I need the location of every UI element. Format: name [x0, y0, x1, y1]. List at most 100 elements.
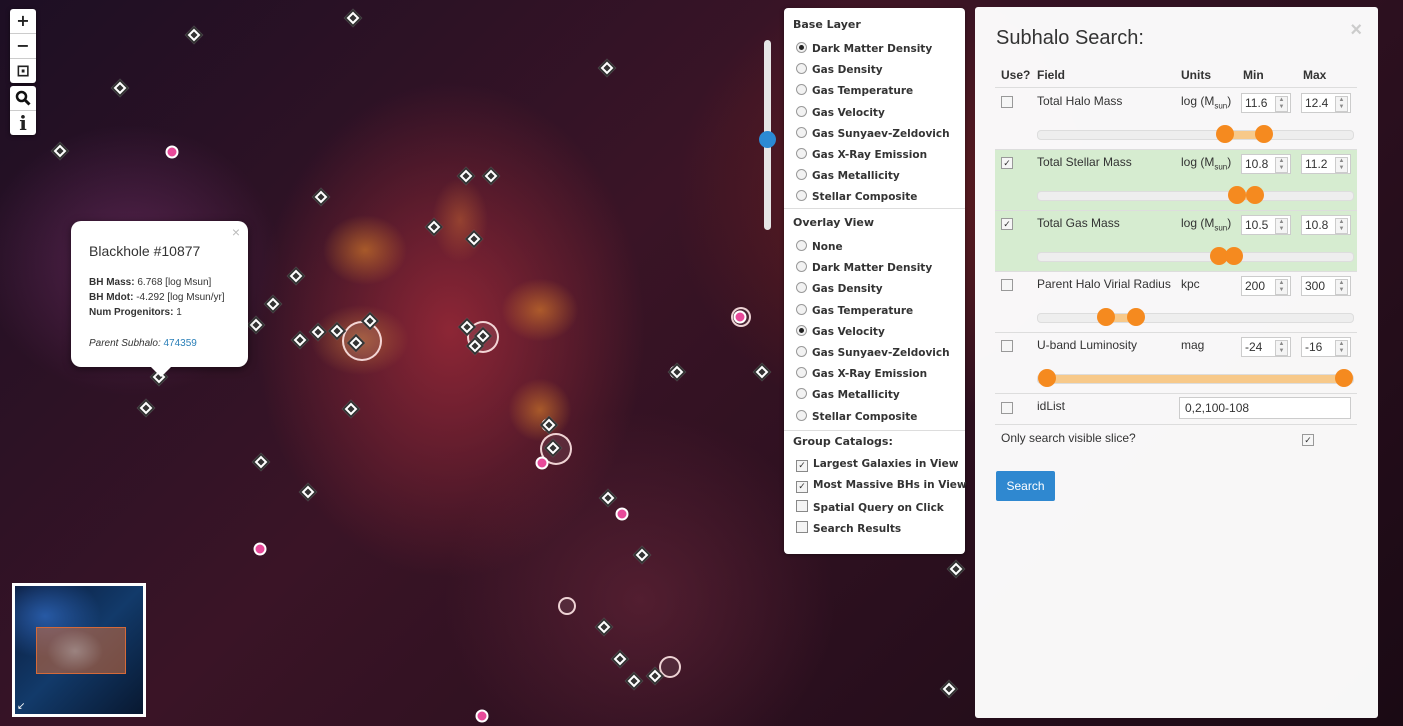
catalog-option[interactable]: Spatial Query on Click — [796, 500, 944, 514]
catalog-option[interactable]: Search Results — [796, 521, 901, 535]
blackhole-marker[interactable] — [610, 649, 630, 669]
field-max-input[interactable]: 12.4 ▲ ▼ — [1301, 93, 1351, 113]
overlay-radio[interactable] — [796, 367, 807, 379]
subhalo-dot[interactable] — [165, 145, 179, 159]
base-layer-option[interactable]: Gas Density — [796, 63, 883, 76]
catalog-option[interactable]: ✓ Most Massive BHs in View — [796, 479, 967, 493]
catalog-option[interactable]: ✓ Largest Galaxies in View — [796, 458, 958, 472]
blackhole-marker[interactable] — [298, 482, 318, 502]
blackhole-marker[interactable] — [251, 452, 271, 472]
zoom-out-button[interactable]: − — [10, 34, 36, 59]
range-max-handle[interactable] — [1254, 125, 1273, 143]
search-icon[interactable] — [10, 86, 36, 111]
base-layer-radio[interactable] — [796, 42, 807, 53]
overlay-radio[interactable] — [796, 261, 807, 273]
field-use-checkbox[interactable]: ✓ — [1001, 157, 1013, 169]
overlay-radio[interactable] — [796, 303, 807, 315]
blackhole-marker[interactable] — [290, 330, 310, 350]
parent-subhalo-link[interactable]: 474359 — [164, 338, 197, 349]
range-slider[interactable] — [1037, 308, 1354, 326]
range-slider[interactable] — [1037, 369, 1354, 387]
blackhole-marker[interactable] — [632, 545, 652, 565]
blackhole-marker[interactable] — [464, 229, 484, 249]
overlay-option[interactable]: Gas Density — [796, 282, 883, 295]
field-min-input[interactable]: 10.8 ▲ ▼ — [1241, 154, 1291, 174]
opacity-slider-handle[interactable] — [759, 131, 776, 148]
field-max-input[interactable]: -16 ▲ ▼ — [1301, 337, 1351, 357]
blackhole-marker[interactable] — [311, 187, 331, 207]
overlay-radio[interactable] — [796, 282, 807, 294]
blackhole-marker[interactable] — [343, 8, 363, 28]
minimap[interactable]: ↙ — [12, 583, 146, 717]
blackhole-marker[interactable] — [286, 266, 306, 286]
field-use-checkbox[interactable]: ✓ — [1001, 218, 1013, 230]
field-min-input[interactable]: 11.6 ▲ ▼ — [1241, 93, 1291, 113]
base-layer-radio[interactable] — [796, 84, 807, 96]
catalog-checkbox[interactable]: ✓ — [796, 481, 808, 493]
overlay-radio[interactable] — [796, 240, 807, 251]
blackhole-marker[interactable] — [136, 398, 156, 418]
opacity-slider[interactable] — [759, 40, 776, 230]
overlay-radio[interactable] — [796, 388, 807, 400]
blackhole-marker[interactable] — [946, 559, 966, 579]
spinner-arrows-icon[interactable]: ▲ ▼ — [1335, 279, 1348, 295]
base-layer-option[interactable]: Gas Temperature — [796, 84, 913, 97]
info-icon[interactable]: i — [10, 111, 36, 135]
range-min-handle[interactable] — [1038, 369, 1056, 387]
overlay-option[interactable]: None — [796, 240, 843, 253]
base-layer-option[interactable]: Dark Matter Density — [796, 42, 932, 55]
overlay-option[interactable]: Stellar Composite — [796, 409, 917, 423]
minimap-viewport-rect[interactable] — [36, 627, 126, 674]
overlay-radio[interactable] — [796, 324, 807, 336]
overlay-option[interactable]: Gas Velocity — [796, 324, 885, 338]
overlay-option[interactable]: Gas Metallicity — [796, 388, 900, 401]
overlay-option[interactable]: Gas Sunyaev-Zeldovich — [796, 346, 950, 359]
range-min-handle[interactable] — [1228, 186, 1247, 204]
blackhole-marker[interactable] — [246, 315, 266, 335]
base-layer-radio[interactable] — [796, 190, 807, 202]
range-slider[interactable] — [1037, 186, 1354, 204]
subhalo-dot[interactable] — [535, 456, 549, 470]
blackhole-marker[interactable] — [597, 58, 617, 78]
spinner-arrows-icon[interactable]: ▲ ▼ — [1275, 157, 1288, 173]
range-min-handle[interactable] — [1216, 125, 1235, 143]
base-layer-option[interactable]: Gas Sunyaev-Zeldovich — [796, 126, 950, 140]
overlay-radio[interactable] — [796, 346, 807, 357]
idlist-use-checkbox[interactable] — [1001, 402, 1013, 414]
spinner-arrows-icon[interactable]: ▲ ▼ — [1335, 218, 1348, 234]
spinner-arrows-icon[interactable]: ▲ ▼ — [1275, 340, 1288, 356]
range-slider[interactable] — [1037, 125, 1354, 143]
field-use-checkbox[interactable] — [1001, 279, 1013, 291]
idlist-input[interactable]: 0,2,100-108 — [1179, 397, 1351, 419]
blackhole-marker[interactable] — [341, 399, 361, 419]
range-max-handle[interactable] — [1335, 369, 1353, 387]
base-layer-option[interactable]: Gas Velocity — [796, 105, 885, 119]
blackhole-marker[interactable] — [624, 671, 644, 691]
spinner-arrows-icon[interactable]: ▲ ▼ — [1275, 96, 1288, 112]
blackhole-marker[interactable] — [594, 617, 614, 637]
blackhole-marker[interactable] — [939, 679, 959, 699]
blackhole-marker[interactable] — [481, 166, 501, 186]
base-layer-radio[interactable] — [796, 105, 807, 117]
blackhole-marker[interactable] — [752, 362, 772, 382]
base-layer-option[interactable]: Gas X-Ray Emission — [796, 148, 927, 161]
catalog-checkbox[interactable] — [796, 500, 808, 512]
spinner-arrows-icon[interactable]: ▲ ▼ — [1335, 96, 1348, 112]
blackhole-marker[interactable] — [456, 166, 476, 186]
range-max-handle[interactable] — [1245, 186, 1264, 204]
range-max-handle[interactable] — [1127, 308, 1146, 326]
spinner-arrows-icon[interactable]: ▲ ▼ — [1275, 279, 1288, 295]
base-layer-option[interactable]: Gas Metallicity — [796, 169, 900, 182]
subhalo-dot[interactable] — [253, 542, 267, 556]
overlay-option[interactable]: Gas Temperature — [796, 303, 913, 317]
field-use-checkbox[interactable] — [1001, 340, 1013, 352]
minimap-toggle-icon[interactable]: ↙ — [17, 701, 25, 712]
fit-view-icon[interactable]: ⊡ — [10, 59, 36, 83]
overlay-option[interactable]: Gas X-Ray Emission — [796, 367, 927, 380]
base-layer-radio[interactable] — [796, 169, 807, 181]
zoom-in-button[interactable]: + — [10, 9, 36, 34]
field-min-input[interactable]: -24 ▲ ▼ — [1241, 337, 1291, 357]
blackhole-marker[interactable] — [308, 322, 328, 342]
spinner-arrows-icon[interactable]: ▲ ▼ — [1275, 218, 1288, 234]
subhalo-dot[interactable] — [475, 709, 489, 723]
